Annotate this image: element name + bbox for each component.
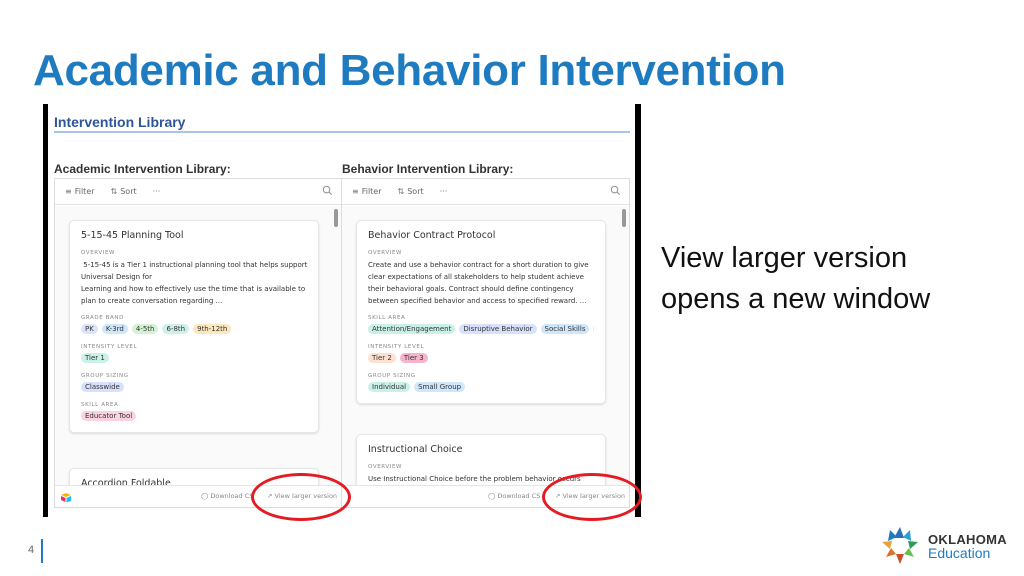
tag-chip: 6-8th xyxy=(162,324,190,334)
overview-line: Learning and how to effectively use the … xyxy=(81,285,306,293)
tag-chip: Individual xyxy=(368,382,411,392)
overview-line: clear expectations of all stakeholders t… xyxy=(368,273,584,281)
tag-chip xyxy=(593,324,594,334)
download-icon: ◯ xyxy=(488,492,496,500)
sort-icon: ⇅ xyxy=(397,187,405,196)
intensity-level-label: INTENSITY LEVEL xyxy=(81,344,138,350)
scrollbar[interactable] xyxy=(334,209,338,227)
tag-chip: Disruptive Behavior xyxy=(459,324,537,334)
tag-chip: Classwide xyxy=(81,382,124,392)
more-options-button[interactable]: ··· xyxy=(440,187,448,196)
overview-line: plan to create conversation regarding ..… xyxy=(81,297,223,305)
intervention-library-screenshot: Intervention Library Academic Interventi… xyxy=(43,104,641,517)
page-number: 4 xyxy=(28,544,35,556)
overview-line: their behavioral goals. Contract should … xyxy=(368,285,574,293)
behavior-card-list[interactable]: Behavior Contract Protocol OVERVIEW Crea… xyxy=(342,206,629,485)
tag-chip: Tier 3 xyxy=(399,353,428,363)
intervention-card[interactable]: Behavior Contract Protocol OVERVIEW Crea… xyxy=(356,220,606,404)
behavior-library-heading: Behavior Intervention Library: xyxy=(342,162,514,176)
academic-toolbar: ≡ Filter ⇅ Sort ··· xyxy=(55,179,341,205)
intensity-tags: Tier 2 Tier 3 xyxy=(368,353,594,363)
library-title: Intervention Library xyxy=(54,114,186,130)
filter-button[interactable]: ≡ Filter xyxy=(352,187,382,196)
skill-area-tags: Attention/Engagement Disruptive Behavior S… xyxy=(368,324,594,334)
intensity-level-label: INTENSITY LEVEL xyxy=(368,344,425,350)
tag-chip: Tier 2 xyxy=(368,353,396,363)
sort-button[interactable]: ⇅ Sort xyxy=(111,187,137,196)
download-csv-label: Download CS xyxy=(497,492,541,500)
slide-title: Academic and Behavior Intervention xyxy=(33,46,786,95)
sort-label: Sort xyxy=(120,187,137,196)
skill-area-tags: Educator Tool xyxy=(81,411,307,421)
intervention-card[interactable]: 5-15-45 Planning Tool OVERVIEW 5-15-45 i… xyxy=(69,220,319,433)
sort-button[interactable]: ⇅ Sort xyxy=(398,187,424,196)
filter-icon: ≡ xyxy=(352,187,359,196)
filter-icon: ≡ xyxy=(65,187,72,196)
page-number-divider xyxy=(41,539,43,563)
filter-label: Filter xyxy=(74,187,95,196)
behavior-toolbar: ≡ Filter ⇅ Sort ··· xyxy=(342,179,629,205)
card-title: Instructional Choice xyxy=(368,444,463,455)
sort-icon: ⇅ xyxy=(110,187,118,196)
tag-chip: Attention/Engagement xyxy=(368,324,456,334)
title-divider xyxy=(54,131,630,133)
overview-line: Create and use a behavior contract for a… xyxy=(368,261,589,269)
education-logo-text: Education xyxy=(928,545,991,561)
group-sizing-tags: Individual Small Group xyxy=(368,382,594,392)
airtable-logo-icon xyxy=(61,493,71,503)
grade-band-tags: PK K-3rd 4-5th 6-8th 9th-12th xyxy=(81,324,307,334)
behavior-library-panel: ≡ Filter ⇅ Sort ··· Behavior Contract Prot… xyxy=(341,178,630,508)
tag-chip: 4-5th xyxy=(131,324,159,334)
intensity-tags: Tier 1 xyxy=(81,353,307,363)
skill-area-label: SKILL AREA xyxy=(81,402,119,408)
tag-chip: Small Group xyxy=(414,382,466,392)
sort-label: Sort xyxy=(407,187,424,196)
tag-chip: Tier 1 xyxy=(81,353,109,363)
overview-label: OVERVIEW xyxy=(81,250,116,256)
grade-band-label: GRADE BAND xyxy=(81,315,124,321)
download-csv-button[interactable]: ◯ Download CS xyxy=(488,492,540,500)
academic-library-heading: Academic Intervention Library: xyxy=(54,162,231,176)
search-icon[interactable] xyxy=(610,185,621,196)
overview-line: 5-15-45 is a Tier 1 instructional planni… xyxy=(81,261,308,269)
card-title: 5-15-45 Planning Tool xyxy=(81,230,184,241)
search-icon[interactable] xyxy=(322,185,333,196)
group-sizing-label: GROUP SIZING xyxy=(81,373,129,379)
academic-library-panel: ≡ Filter ⇅ Sort ··· 5-15-45 Planning Tool … xyxy=(54,178,342,508)
overview-text: Create and use a behavior contract for a… xyxy=(368,259,594,307)
callout-text: View larger version opens a new window xyxy=(661,242,931,315)
overview-label: OVERVIEW xyxy=(368,464,403,470)
tag-chip: Educator Tool xyxy=(81,411,137,421)
tag-chip: Social Skills xyxy=(540,324,590,334)
tag-chip: K-3rd xyxy=(101,324,128,334)
download-icon: ◯ xyxy=(201,492,209,500)
overview-text: 5-15-45 is a Tier 1 instructional planni… xyxy=(81,259,307,307)
more-options-button[interactable]: ··· xyxy=(153,187,161,196)
group-sizing-label: GROUP SIZING xyxy=(368,373,416,379)
tag-chip: PK xyxy=(81,324,98,334)
highlight-ellipse xyxy=(251,473,351,521)
oklahoma-education-star-logo-icon xyxy=(882,527,918,564)
overview-line: between specified behavior and access to… xyxy=(368,297,587,305)
academic-card-list[interactable]: 5-15-45 Planning Tool OVERVIEW 5-15-45 i… xyxy=(55,206,341,485)
overview-label: OVERVIEW xyxy=(368,250,403,256)
more-label: ··· xyxy=(152,187,161,196)
filter-label: Filter xyxy=(361,187,382,196)
highlight-ellipse xyxy=(542,473,642,521)
scrollbar[interactable] xyxy=(622,209,626,227)
group-sizing-tags: Classwide xyxy=(81,382,307,392)
download-csv-label: Download CS xyxy=(210,492,254,500)
more-label: ··· xyxy=(439,187,448,196)
card-title: Behavior Contract Protocol xyxy=(368,230,496,241)
download-csv-button[interactable]: ◯ Download CS xyxy=(201,492,253,500)
filter-button[interactable]: ≡ Filter xyxy=(65,187,95,196)
skill-area-label: SKILL AREA xyxy=(368,315,406,321)
overview-line: Universal Design for xyxy=(81,273,152,281)
tag-chip: 9th-12th xyxy=(193,324,232,334)
